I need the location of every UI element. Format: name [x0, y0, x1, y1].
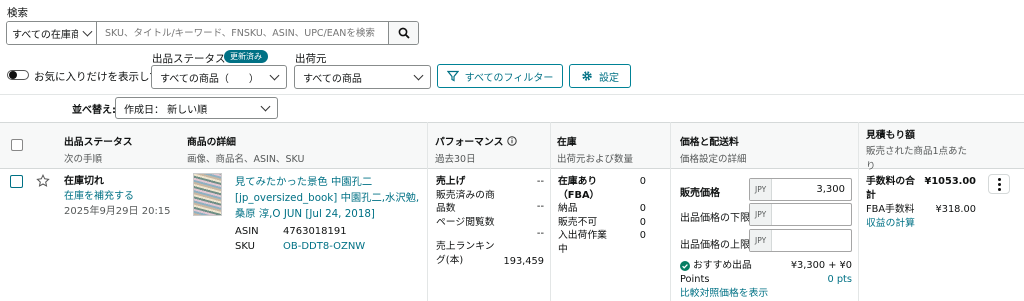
- sort-select[interactable]: 作成日： 新しい順: [115, 97, 278, 119]
- created-date: 2025年9月29日 20:15: [64, 206, 171, 217]
- more-icon: [997, 177, 1001, 181]
- select-all-checkbox[interactable]: [11, 139, 23, 151]
- col-performance: パフォーマンス 過去30日: [435, 134, 518, 165]
- check-circle-icon: [680, 261, 690, 271]
- inventory-cell: 在庫あり（FBA） 0 納品 0 販売不可 0 入出荷作業中 0: [558, 176, 646, 255]
- chevron-down-icon: [413, 70, 424, 80]
- search-label: 検索: [7, 7, 28, 19]
- search-button[interactable]: [388, 22, 418, 44]
- status-badge: 更新済み: [224, 50, 268, 63]
- chevron-down-icon: [269, 70, 280, 80]
- compare-price-link[interactable]: 比較対照価格を表示: [680, 287, 852, 301]
- favorites-label: お気に入りだけを表示して: [34, 71, 160, 83]
- row-status-cell: 在庫切れ 在庫を補充する 2025年9月29日 20:15: [64, 174, 171, 219]
- replenish-link[interactable]: 在庫を補充する: [64, 189, 171, 204]
- info-icon[interactable]: [507, 136, 518, 146]
- min-price-label: 出品価格の下限: [680, 213, 750, 224]
- col-price: 価格と配送料 価格設定の詳細: [680, 137, 747, 165]
- product-ids: ASIN 4763018191 SKU OB-DDT8-OZNW: [235, 226, 366, 254]
- status-filter-label: 出品ステータス: [152, 53, 226, 65]
- divider: [0, 94, 1024, 95]
- max-price-label: 出品価格の上限: [680, 240, 750, 251]
- col-details: 商品の詳細 画像、商品名、ASIN、SKU: [187, 137, 305, 165]
- star-icon[interactable]: [36, 174, 50, 188]
- sort-label: 並べ替え:: [72, 105, 116, 116]
- more-options-button[interactable]: [988, 174, 1010, 194]
- price-label: 販売価格: [680, 188, 720, 199]
- status-text: 在庫切れ: [64, 176, 104, 187]
- filter-icon: [446, 70, 459, 82]
- row-checkbox[interactable]: [10, 175, 23, 188]
- min-price-input[interactable]: JPY: [749, 203, 852, 226]
- performance-cell: 売上げ -- 販売済みの商品数 -- ページ閲覧数 -- 売上ランキング(本) 193,…: [436, 176, 544, 267]
- favorites-toggle[interactable]: [7, 70, 29, 80]
- max-price-input[interactable]: JPY: [749, 229, 852, 252]
- col-inventory: 在庫 出荷元および数量: [557, 137, 634, 165]
- all-filters-button[interactable]: すべてのフィルター: [437, 64, 563, 88]
- price-input[interactable]: JPY 3,300: [749, 178, 852, 201]
- ship-filter-select[interactable]: すべての商品: [294, 65, 431, 89]
- chevron-down-icon: [260, 101, 271, 111]
- asin-value: 4763018191: [283, 226, 347, 237]
- profit-calc-link[interactable]: 収益の計算: [866, 217, 976, 231]
- search-icon: [398, 27, 410, 39]
- product-thumbnail[interactable]: [193, 173, 222, 216]
- ship-filter-label: 出荷元: [295, 53, 327, 65]
- search-input[interactable]: [97, 22, 388, 44]
- search-bar: すべての在庫商: [6, 21, 419, 45]
- search-scope-select[interactable]: すべての在庫商: [7, 22, 97, 44]
- col-status: 出品ステータス 次の手順: [64, 137, 133, 165]
- product-title-link[interactable]: 見てみたかった景色 中園孔二 [jp_oversized_book] 中園孔二,…: [235, 174, 421, 222]
- chevron-down-icon: [82, 26, 93, 36]
- estimate-cell: 手数料の合計 ¥1053.00 FBA手数料 ¥318.00 収益の計算: [866, 176, 976, 231]
- sku-link[interactable]: OB-DDT8-OZNW: [283, 239, 365, 254]
- col-estimate: 見積もり額 販売された商品1点あたり: [866, 130, 968, 172]
- gear-icon: [582, 71, 592, 81]
- settings-button[interactable]: 設定: [569, 64, 631, 88]
- price-summary: おすすめ出品 ¥3,300 + ¥0 Points 0 pts 比較対照価格を表示: [680, 260, 852, 301]
- status-filter-select[interactable]: すべての商品（ ）: [151, 65, 287, 89]
